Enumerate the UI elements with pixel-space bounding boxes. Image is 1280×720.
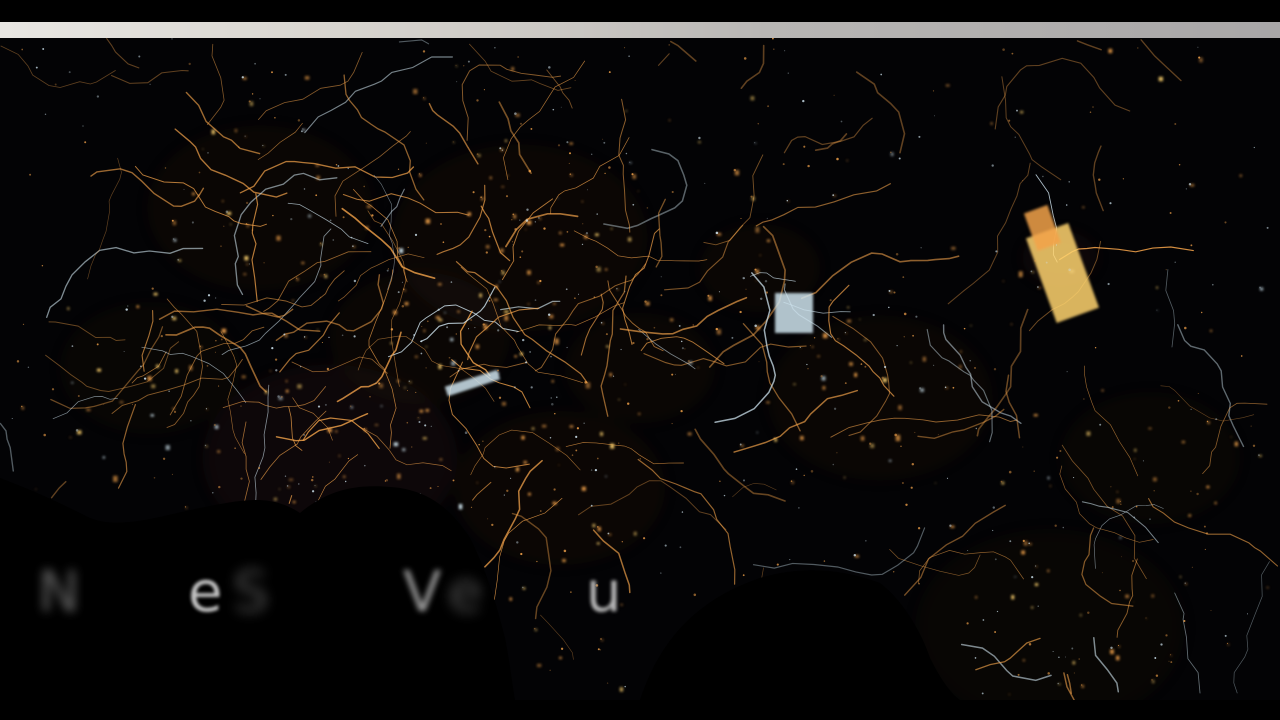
night-city-lights-image (0, 38, 1280, 700)
top-image-strip (0, 22, 1280, 38)
gulf-sea (640, 570, 960, 700)
bay-sea (0, 478, 515, 700)
letterbox-bottom (0, 700, 1280, 720)
letterbox-top (0, 0, 1280, 22)
